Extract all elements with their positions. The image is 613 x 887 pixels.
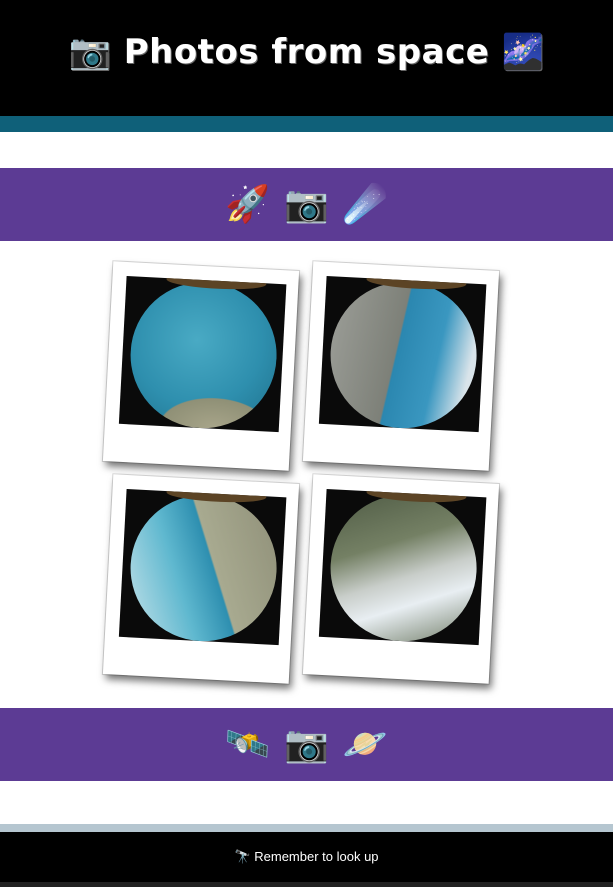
earth-photo-4 bbox=[326, 491, 481, 645]
earth-photo-3 bbox=[126, 491, 281, 645]
photo-frame bbox=[318, 275, 487, 433]
comet-icon: ☄️ bbox=[342, 183, 388, 225]
footer-divider bbox=[0, 824, 613, 832]
page-title: 📷 Photos from space 🌌 bbox=[68, 32, 545, 72]
camera-icon: 📷 bbox=[284, 183, 329, 225]
footer-text: 🔭 Remember to look up bbox=[234, 849, 379, 864]
bottom-emoji-band: 🛰️ 📷 🪐 bbox=[0, 708, 613, 781]
photo-frame bbox=[118, 488, 287, 646]
earth-photo-1 bbox=[126, 278, 281, 432]
rocket-icon: 🚀 bbox=[225, 183, 271, 225]
planet-icon: 🪐 bbox=[342, 723, 388, 765]
photo-frame bbox=[118, 275, 287, 433]
photo-gallery bbox=[0, 241, 613, 708]
bottom-strip bbox=[0, 882, 613, 887]
polaroid-photo-4[interactable] bbox=[302, 474, 500, 684]
polaroid-photo-3[interactable] bbox=[102, 474, 300, 684]
polaroid-photo-2[interactable] bbox=[302, 261, 500, 471]
camera-icon: 📷 bbox=[284, 723, 329, 765]
polaroid-photo-1[interactable] bbox=[102, 261, 300, 471]
site-header: 📷 Photos from space 🌌 bbox=[0, 0, 613, 116]
photo-frame bbox=[318, 488, 487, 646]
top-emoji-band: 🚀 📷 ☄️ bbox=[0, 168, 613, 241]
site-footer: 🔭 Remember to look up bbox=[0, 832, 613, 882]
earth-photo-2 bbox=[326, 278, 481, 432]
header-divider bbox=[0, 116, 613, 132]
satellite-icon: 🛰️ bbox=[225, 723, 271, 765]
